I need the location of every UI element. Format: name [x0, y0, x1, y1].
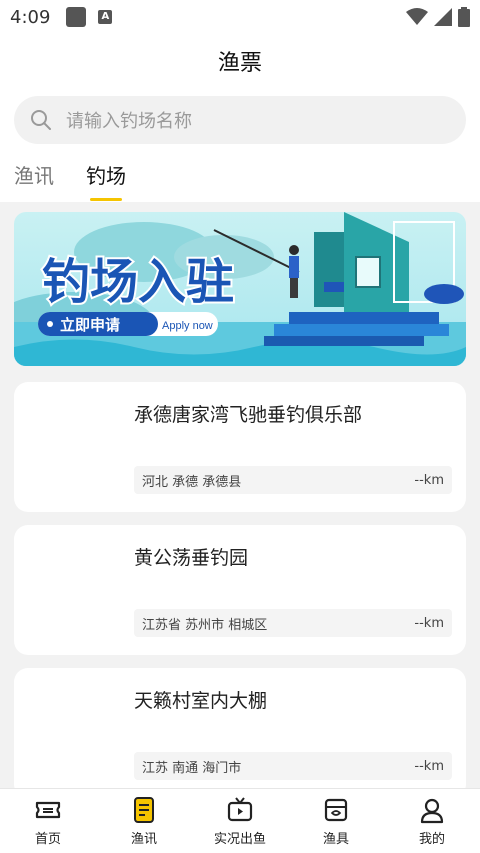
venue-list: 钓场入驻 立即申请 Apply now 承德唐家湾飞驰垂钓俱乐部 河北 承德 承… [0, 202, 480, 788]
nav-gear[interactable]: 渔具 [288, 789, 384, 853]
apply-banner[interactable]: 钓场入驻 立即申请 Apply now [14, 212, 466, 366]
venue-location-bar: 河北 承德 承德县 --km [134, 466, 452, 494]
nav-live[interactable]: 实况出鱼 [192, 789, 288, 853]
venue-card[interactable]: 天籁村室内大棚 江苏 南通 海门市 --km [14, 668, 466, 788]
banner-title: 钓场入驻 [42, 254, 234, 310]
search-input[interactable]: 请输入钓场名称 [66, 107, 192, 133]
venue-card[interactable]: 黄公荡垂钓园 江苏省 苏州市 相城区 --km [14, 525, 466, 655]
box-icon [324, 798, 348, 821]
venue-card[interactable]: 承德唐家湾飞驰垂钓俱乐部 河北 承德 承德县 --km [14, 382, 466, 512]
venue-distance: --km [414, 758, 444, 774]
venue-name: 黄公荡垂钓园 [134, 547, 249, 569]
header: 渔票 [0, 34, 480, 88]
banner-headline: 钓场入驻 [40, 252, 236, 312]
venue-distance: --km [414, 615, 444, 631]
banner-apply-sub: Apply now [162, 320, 213, 332]
nav-news-label: 渔讯 [130, 831, 157, 847]
nav-news[interactable]: 渔讯 [96, 789, 192, 853]
nav-home[interactable]: 首页 [0, 789, 96, 853]
signal-icon [434, 8, 452, 26]
ticket-icon [35, 801, 61, 818]
page-title: 渔票 [217, 51, 262, 76]
venue-location: 河北 承德 承德县 [142, 474, 242, 490]
tab-news[interactable]: 渔讯 [14, 160, 54, 189]
user-icon [420, 798, 444, 823]
tab-venues[interactable]: 钓场 [86, 160, 126, 189]
search-icon [31, 110, 51, 130]
venue-name: 天籁村室内大棚 [134, 690, 268, 712]
banner-apply-button: 立即申请 [60, 316, 120, 334]
search-bar[interactable]: 请输入钓场名称 [14, 96, 466, 144]
venue-location-bar: 江苏 南通 海门市 --km [134, 752, 452, 780]
news-icon [134, 796, 154, 823]
wifi-icon [406, 8, 428, 25]
venue-location: 江苏省 苏州市 相城区 [142, 617, 268, 633]
app-notification-icon: A [98, 10, 113, 24]
battery-icon [458, 7, 470, 27]
tab-bar: 渔讯 钓场 [0, 152, 480, 202]
notification-icon [66, 7, 87, 27]
status-time: 4:09 [10, 6, 51, 28]
venue-distance: --km [414, 472, 444, 488]
tab-indicator [90, 198, 122, 201]
venue-location-bar: 江苏省 苏州市 相城区 --km [134, 609, 452, 637]
bottom-nav: 首页 渔讯 实况出鱼 渔具 我的 [0, 788, 480, 853]
venue-location: 江苏 南通 海门市 [142, 760, 242, 776]
nav-gear-label: 渔具 [322, 831, 349, 847]
status-bar: 4:09 A [0, 0, 480, 34]
banner-illustration: 钓场入驻 立即申请 Apply now [14, 212, 466, 366]
nav-me[interactable]: 我的 [384, 789, 480, 853]
nav-me-label: 我的 [418, 831, 445, 847]
nav-home-label: 首页 [34, 831, 61, 847]
venue-name: 承德唐家湾飞驰垂钓俱乐部 [134, 404, 363, 426]
nav-live-label: 实况出鱼 [213, 831, 266, 847]
tv-icon [227, 796, 253, 821]
